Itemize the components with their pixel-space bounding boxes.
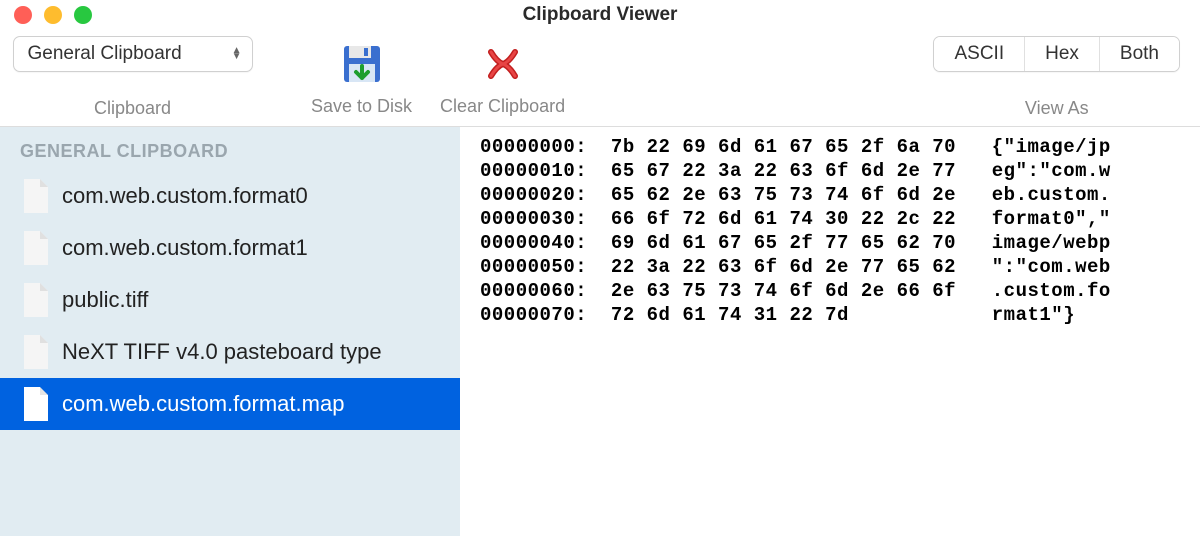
updown-arrows-icon: ▲▼ (232, 48, 242, 60)
save-to-disk-label: Save to Disk (311, 96, 412, 117)
toolbar: General Clipboard ▲▼ Clipboard Save to D… (0, 30, 1200, 126)
clear-clipboard-label: Clear Clipboard (440, 96, 565, 117)
view-both-button[interactable]: Both (1100, 37, 1179, 71)
close-window-button[interactable] (14, 6, 32, 24)
window-controls (14, 6, 92, 24)
hex-viewer: 00000000: 7b 22 69 6d 61 67 65 2f 6a 70 … (460, 127, 1200, 536)
format-row[interactable]: com.web.custom.format1 (0, 222, 460, 274)
file-icon (22, 283, 48, 317)
clear-clipboard-button[interactable]: Clear Clipboard (440, 38, 565, 117)
x-icon (483, 44, 523, 84)
format-row[interactable]: com.web.custom.format0 (0, 170, 460, 222)
clipboard-select-value: General Clipboard (28, 43, 182, 65)
zoom-window-button[interactable] (74, 6, 92, 24)
view-ascii-button[interactable]: ASCII (934, 37, 1025, 71)
floppy-disk-icon (340, 42, 384, 86)
format-label: com.web.custom.format.map (62, 391, 344, 417)
file-icon (22, 335, 48, 369)
view-as-label: View As (1025, 98, 1089, 119)
sidebar-section-header: GENERAL CLIPBOARD (0, 135, 460, 170)
file-icon (22, 231, 48, 265)
view-as-segmented: ASCII Hex Both (933, 36, 1180, 72)
file-icon (22, 179, 48, 213)
sidebar: GENERAL CLIPBOARD com.web.custom.format0… (0, 127, 460, 536)
window-title: Clipboard Viewer (0, 4, 1200, 26)
save-to-disk-button[interactable]: Save to Disk (311, 38, 412, 117)
format-label: NeXT TIFF v4.0 pasteboard type (62, 339, 382, 365)
file-icon (22, 387, 48, 421)
format-label: com.web.custom.format0 (62, 183, 308, 209)
format-row[interactable]: com.web.custom.format.map (0, 378, 460, 430)
format-label: public.tiff (62, 287, 148, 313)
format-list: com.web.custom.format0 com.web.custom.for… (0, 170, 460, 430)
format-row[interactable]: NeXT TIFF v4.0 pasteboard type (0, 326, 460, 378)
format-label: com.web.custom.format1 (62, 235, 308, 261)
clipboard-select-label: Clipboard (94, 98, 171, 119)
hex-dump-text: 00000000: 7b 22 69 6d 61 67 65 2f 6a 70 … (480, 135, 1180, 327)
view-hex-button[interactable]: Hex (1025, 37, 1100, 71)
titlebar: Clipboard Viewer (0, 0, 1200, 30)
minimize-window-button[interactable] (44, 6, 62, 24)
clipboard-select[interactable]: General Clipboard ▲▼ (13, 36, 253, 72)
format-row[interactable]: public.tiff (0, 274, 460, 326)
